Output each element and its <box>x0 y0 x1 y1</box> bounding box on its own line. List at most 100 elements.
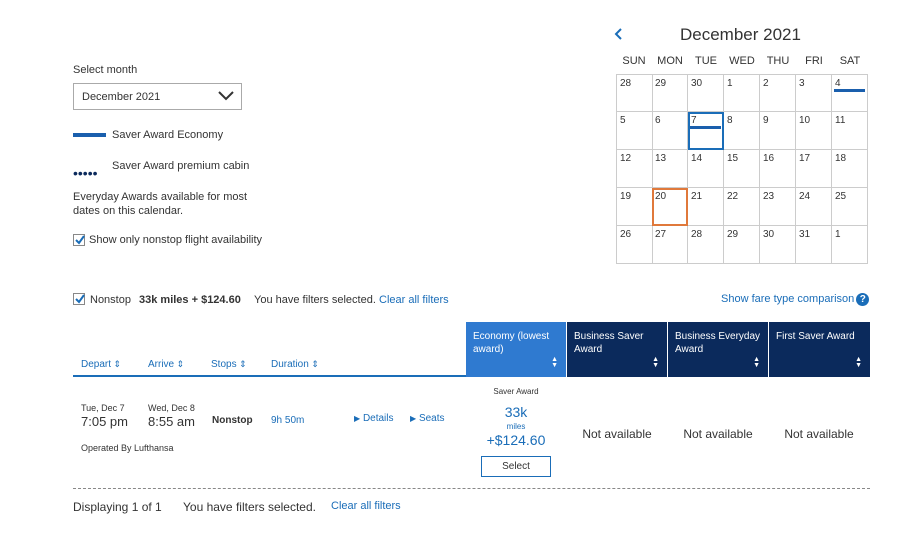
saver-premium-dots-icon: ••••• <box>73 165 98 181</box>
calendar-day[interactable]: 31 <box>796 226 832 264</box>
calendar-day[interactable]: 30 <box>760 226 796 264</box>
calendar-day[interactable]: 4 <box>832 74 868 112</box>
calendar-day[interactable]: 28 <box>688 226 724 264</box>
help-icon[interactable]: ? <box>856 293 870 306</box>
calendar-day[interactable]: 18 <box>832 150 868 188</box>
calendar-day[interactable]: 2 <box>760 74 796 112</box>
row-divider <box>73 488 870 489</box>
calendar-day[interactable]: 16 <box>760 150 796 188</box>
everyday-awards-note: Everyday Awards available for most dates… <box>73 191 248 217</box>
calendar-day[interactable]: 12 <box>616 150 653 188</box>
economy-miles: 33k <box>504 404 528 420</box>
calendar-day-number: 29 <box>655 78 667 89</box>
legend-saver-economy-label: Saver Award Economy <box>112 129 224 141</box>
footer-clear-all-filters-link[interactable]: Clear all filters <box>331 500 401 512</box>
calendar-day[interactable]: 29 <box>652 74 688 112</box>
calendar-day-number: 3 <box>799 78 805 89</box>
calendar-day[interactable]: 14 <box>688 150 724 188</box>
summary-filters-message: You have filters selected. <box>254 294 376 306</box>
sort-header-depart[interactable]: Depart ⇕ <box>81 359 121 370</box>
calendar-prev-month-button[interactable] <box>613 25 623 46</box>
chevron-left-icon <box>614 28 622 40</box>
month-select-value: December 2021 <box>82 91 161 103</box>
calendar-day[interactable]: 11 <box>832 112 868 150</box>
calendar-day[interactable]: 22 <box>724 188 760 226</box>
economy-award-type: Saver Award <box>493 387 539 396</box>
sort-header-stops[interactable]: Stops ⇕ <box>211 359 247 370</box>
calendar-day-number: 23 <box>763 191 775 202</box>
fare-header[interactable]: Business Saver Award ▲ ▼ <box>567 322 667 377</box>
calendar-day[interactable]: 1 <box>832 226 868 264</box>
calendar-day[interactable]: 24 <box>796 188 832 226</box>
calendar-day[interactable]: 26 <box>616 226 653 264</box>
calendar-day-number: 20 <box>655 191 667 202</box>
calendar-day-number: 27 <box>655 229 667 240</box>
calendar-day[interactable]: 29 <box>724 226 760 264</box>
calendar-day[interactable]: 28 <box>616 74 653 112</box>
day-of-week-sat: SAT <box>839 55 861 67</box>
calendar-day-number: 24 <box>799 191 811 202</box>
calendar-day[interactable]: 1 <box>724 74 760 112</box>
calendar-day-number: 14 <box>691 153 703 164</box>
calendar-day[interactable]: 6 <box>652 112 688 150</box>
calendar-day[interactable]: 21 <box>688 188 724 226</box>
calendar-day-number: 22 <box>727 191 739 202</box>
economy-taxes: +$124.60 <box>486 432 546 448</box>
header-divider <box>73 375 466 377</box>
seats-link[interactable]: ▶ Seats <box>410 413 445 424</box>
saver-award-indicator <box>690 126 721 129</box>
calendar-day[interactable]: 3 <box>796 74 832 112</box>
select-button[interactable]: Select <box>481 456 551 477</box>
calendar-day[interactable]: 19 <box>616 188 653 226</box>
fare-header[interactable]: First Saver Award ▲ ▼ <box>769 322 870 377</box>
sort-header-duration[interactable]: Duration ⇕ <box>271 359 319 370</box>
depart-date: Tue, Dec 7 <box>81 403 125 413</box>
fare-type-comparison[interactable]: Show fare type comparison? <box>721 293 870 306</box>
sort-header-label: Depart <box>81 359 112 370</box>
calendar-day[interactable]: 10 <box>796 112 832 150</box>
day-of-week-mon: MON <box>657 55 683 67</box>
nonstop-only-checkbox[interactable] <box>73 234 85 246</box>
calendar-day-number: 8 <box>727 115 733 126</box>
sort-header-arrive[interactable]: Arrive ⇕ <box>148 359 184 370</box>
calendar-day-number: 12 <box>620 153 632 164</box>
calendar-day[interactable]: 15 <box>724 150 760 188</box>
calendar-day[interactable]: 27 <box>652 226 688 264</box>
depart-time: 7:05 pm <box>81 414 128 429</box>
nonstop-summary-checkbox[interactable] <box>73 293 85 305</box>
sort-header-label: Duration <box>271 359 309 370</box>
operated-by: Operated By Lufthansa <box>81 443 174 453</box>
calendar-day[interactable]: 7 <box>688 112 724 150</box>
calendar-day[interactable]: 20 <box>652 188 688 226</box>
duration-value[interactable]: 9h 50m <box>271 415 304 426</box>
clear-all-filters-link[interactable]: Clear all filters <box>379 294 449 306</box>
calendar-day[interactable]: 30 <box>688 74 724 112</box>
calendar-day-number: 18 <box>835 153 847 164</box>
calendar-day[interactable]: 13 <box>652 150 688 188</box>
summary-nonstop-label: Nonstop <box>90 294 131 306</box>
month-select[interactable]: December 2021 <box>73 83 242 110</box>
calendar-day[interactable]: 5 <box>616 112 653 150</box>
nonstop-only-label: Show only nonstop flight availability <box>89 234 263 246</box>
calendar-day[interactable]: 25 <box>832 188 868 226</box>
details-link[interactable]: ▶ Details <box>354 413 394 424</box>
calendar-day[interactable]: 8 <box>724 112 760 150</box>
calendar-title: December 2021 <box>680 25 801 44</box>
displaying-count: Displaying 1 of 1 <box>73 500 162 514</box>
calendar-day[interactable]: 9 <box>760 112 796 150</box>
day-of-week-thu: THU <box>766 55 790 67</box>
calendar-day-number: 17 <box>799 153 811 164</box>
saver-award-indicator <box>834 89 865 92</box>
calendar-day[interactable]: 17 <box>796 150 832 188</box>
day-of-week-wed: WED <box>729 55 755 67</box>
arrive-date: Wed, Dec 8 <box>148 403 195 413</box>
calendar-day[interactable]: 23 <box>760 188 796 226</box>
calendar-day-number: 29 <box>727 229 739 240</box>
fare-header[interactable]: Business Everyday Award ▲ ▼ <box>668 322 768 377</box>
calendar-grid: 28 29 30 1 2 3 4 5 6 7 8 9 10 11 12 13 14 15 16 17 18 19 20 21 2… <box>616 74 870 265</box>
fare-type-comparison-link[interactable]: Show fare type comparison <box>721 293 854 305</box>
calendar-day-number: 13 <box>655 153 667 164</box>
arrive-time: 8:55 am <box>148 414 195 429</box>
fare-header[interactable]: Economy (lowest award) ▲ ▼ <box>466 322 566 377</box>
calendar-day-number: 2 <box>763 78 769 89</box>
